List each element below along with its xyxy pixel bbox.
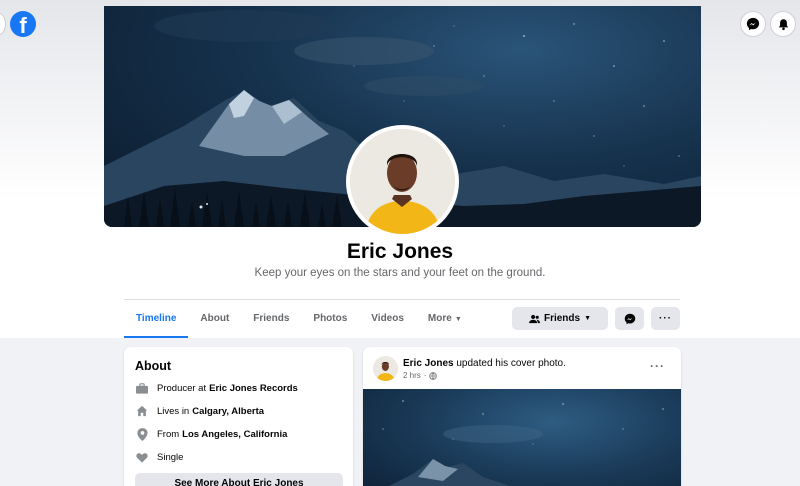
- friends-button[interactable]: Friends ▼: [512, 307, 608, 330]
- about-card: About Producer at Eric Jones Records Live…: [124, 347, 353, 486]
- more-dots-icon: ···: [659, 313, 672, 324]
- tab-label: Timeline: [136, 313, 177, 324]
- post-author-avatar[interactable]: [373, 356, 398, 381]
- messenger-icon: [624, 313, 635, 324]
- globe-icon: [429, 371, 438, 380]
- friends-icon: [528, 314, 540, 323]
- location-pin-icon: [135, 427, 149, 441]
- briefcase-icon: [135, 381, 149, 395]
- post-author-name[interactable]: Eric Jones: [403, 358, 454, 369]
- tab-photos[interactable]: Photos: [301, 300, 359, 338]
- see-more-about-button[interactable]: See More About Eric Jones: [135, 473, 343, 486]
- profile-tabs: Timeline About Friends Photos Videos Mor…: [124, 300, 474, 338]
- friends-button-label: Friends: [543, 313, 581, 324]
- post-options-icon[interactable]: ···: [650, 359, 665, 373]
- tab-label: Friends: [253, 313, 290, 324]
- about-row-home: Lives in Calgary, Alberta: [135, 404, 264, 418]
- tab-about[interactable]: About: [188, 300, 241, 338]
- post-timestamp[interactable]: 2 hrs: [403, 371, 421, 380]
- messenger-icon[interactable]: [740, 11, 766, 37]
- profile-name: Eric Jones: [346, 240, 454, 263]
- post-meta: 2 hrs ·: [403, 371, 438, 380]
- tab-timeline[interactable]: Timeline: [124, 300, 189, 338]
- caret-down-icon: ▼: [454, 316, 462, 323]
- workplace-link[interactable]: Eric Jones Records: [209, 383, 298, 394]
- profile-picture[interactable]: [346, 125, 459, 238]
- post-header-text: Eric Jones updated his cover photo.: [403, 358, 566, 369]
- message-button[interactable]: [615, 307, 644, 330]
- tab-label: About: [200, 313, 230, 324]
- notifications-bell-icon[interactable]: [770, 11, 796, 37]
- tab-label: Videos: [371, 313, 404, 324]
- facebook-logo-icon[interactable]: f: [10, 11, 36, 37]
- heart-icon: [135, 450, 149, 464]
- about-row-text: Lives in: [157, 405, 190, 417]
- current-city-link[interactable]: Calgary, Alberta: [192, 406, 264, 417]
- tab-label: More: [427, 313, 452, 324]
- about-row-text: Single: [157, 451, 184, 463]
- more-options-button[interactable]: ···: [651, 307, 680, 330]
- tab-friends[interactable]: Friends: [241, 300, 301, 338]
- post-cover-photo-image[interactable]: [363, 389, 681, 486]
- post-card: Eric Jones updated his cover photo. 2 hr…: [363, 347, 681, 486]
- about-row-relationship: Single: [135, 450, 183, 464]
- caret-down-icon: ▼: [584, 315, 592, 322]
- separator-dot: ·: [423, 371, 427, 380]
- post-action-text: updated his cover photo.: [456, 358, 566, 369]
- tab-more[interactable]: More ▼: [416, 300, 474, 338]
- about-row-work: Producer at Eric Jones Records: [135, 381, 298, 395]
- about-row-text: Producer at: [157, 382, 207, 394]
- about-title: About: [135, 359, 172, 373]
- profile-bio: Keep your eyes on the stars and your fee…: [254, 267, 546, 279]
- about-row-text: From: [157, 428, 180, 440]
- hometown-link[interactable]: Los Angeles, California: [182, 429, 287, 440]
- avatar: [350, 129, 455, 234]
- home-icon: [135, 404, 149, 418]
- tab-label: Photos: [313, 313, 348, 324]
- about-row-hometown: From Los Angeles, California: [135, 427, 287, 441]
- tab-videos[interactable]: Videos: [359, 300, 416, 338]
